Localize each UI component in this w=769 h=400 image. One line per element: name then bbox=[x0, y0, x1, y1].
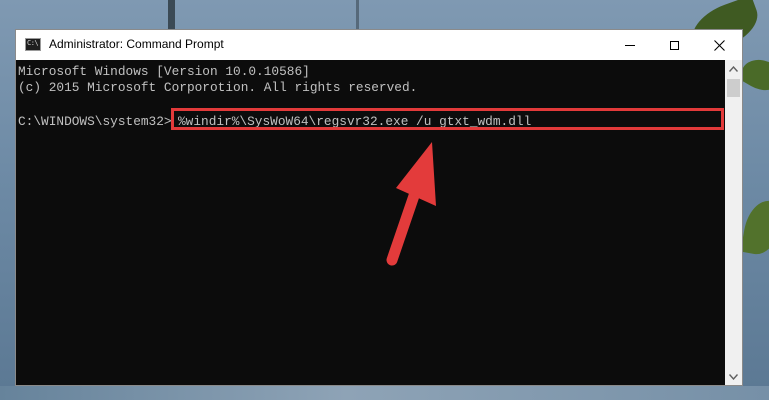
minimize-button[interactable] bbox=[607, 30, 652, 60]
console-prompt: C:\WINDOWS\system32> bbox=[18, 114, 172, 129]
scrollbar-thumb[interactable] bbox=[727, 79, 740, 97]
background-pole bbox=[356, 0, 359, 30]
close-button[interactable] bbox=[697, 30, 742, 60]
maximize-icon bbox=[670, 40, 679, 50]
vertical-scrollbar[interactable] bbox=[725, 60, 742, 385]
command-prompt-window: C:\ Administrator: Command Prompt Micros… bbox=[15, 29, 743, 386]
desktop-ground bbox=[0, 386, 769, 400]
command-highlight-box bbox=[171, 108, 724, 130]
scroll-up-arrow-icon bbox=[729, 65, 738, 72]
pointer-arrow-icon bbox=[386, 142, 436, 266]
scroll-down-arrow-icon bbox=[729, 373, 738, 380]
console-line-version: Microsoft Windows [Version 10.0.10586] bbox=[18, 64, 310, 79]
scroll-down-button[interactable] bbox=[725, 368, 742, 385]
close-icon bbox=[714, 39, 725, 51]
scroll-up-button[interactable] bbox=[725, 60, 742, 77]
title-bar[interactable]: C:\ Administrator: Command Prompt bbox=[16, 30, 742, 60]
background-pole bbox=[168, 0, 175, 30]
window-title: Administrator: Command Prompt bbox=[49, 37, 224, 51]
cmd-app-icon[interactable]: C:\ bbox=[25, 38, 41, 51]
maximize-button[interactable] bbox=[652, 30, 697, 60]
console-output[interactable]: Microsoft Windows [Version 10.0.10586] (… bbox=[16, 60, 725, 385]
console-line-copyright: (c) 2015 Microsoft Corporotion. All righ… bbox=[18, 80, 418, 95]
cmd-app-icon-label: C:\ bbox=[27, 39, 39, 47]
minimize-icon bbox=[624, 44, 635, 46]
